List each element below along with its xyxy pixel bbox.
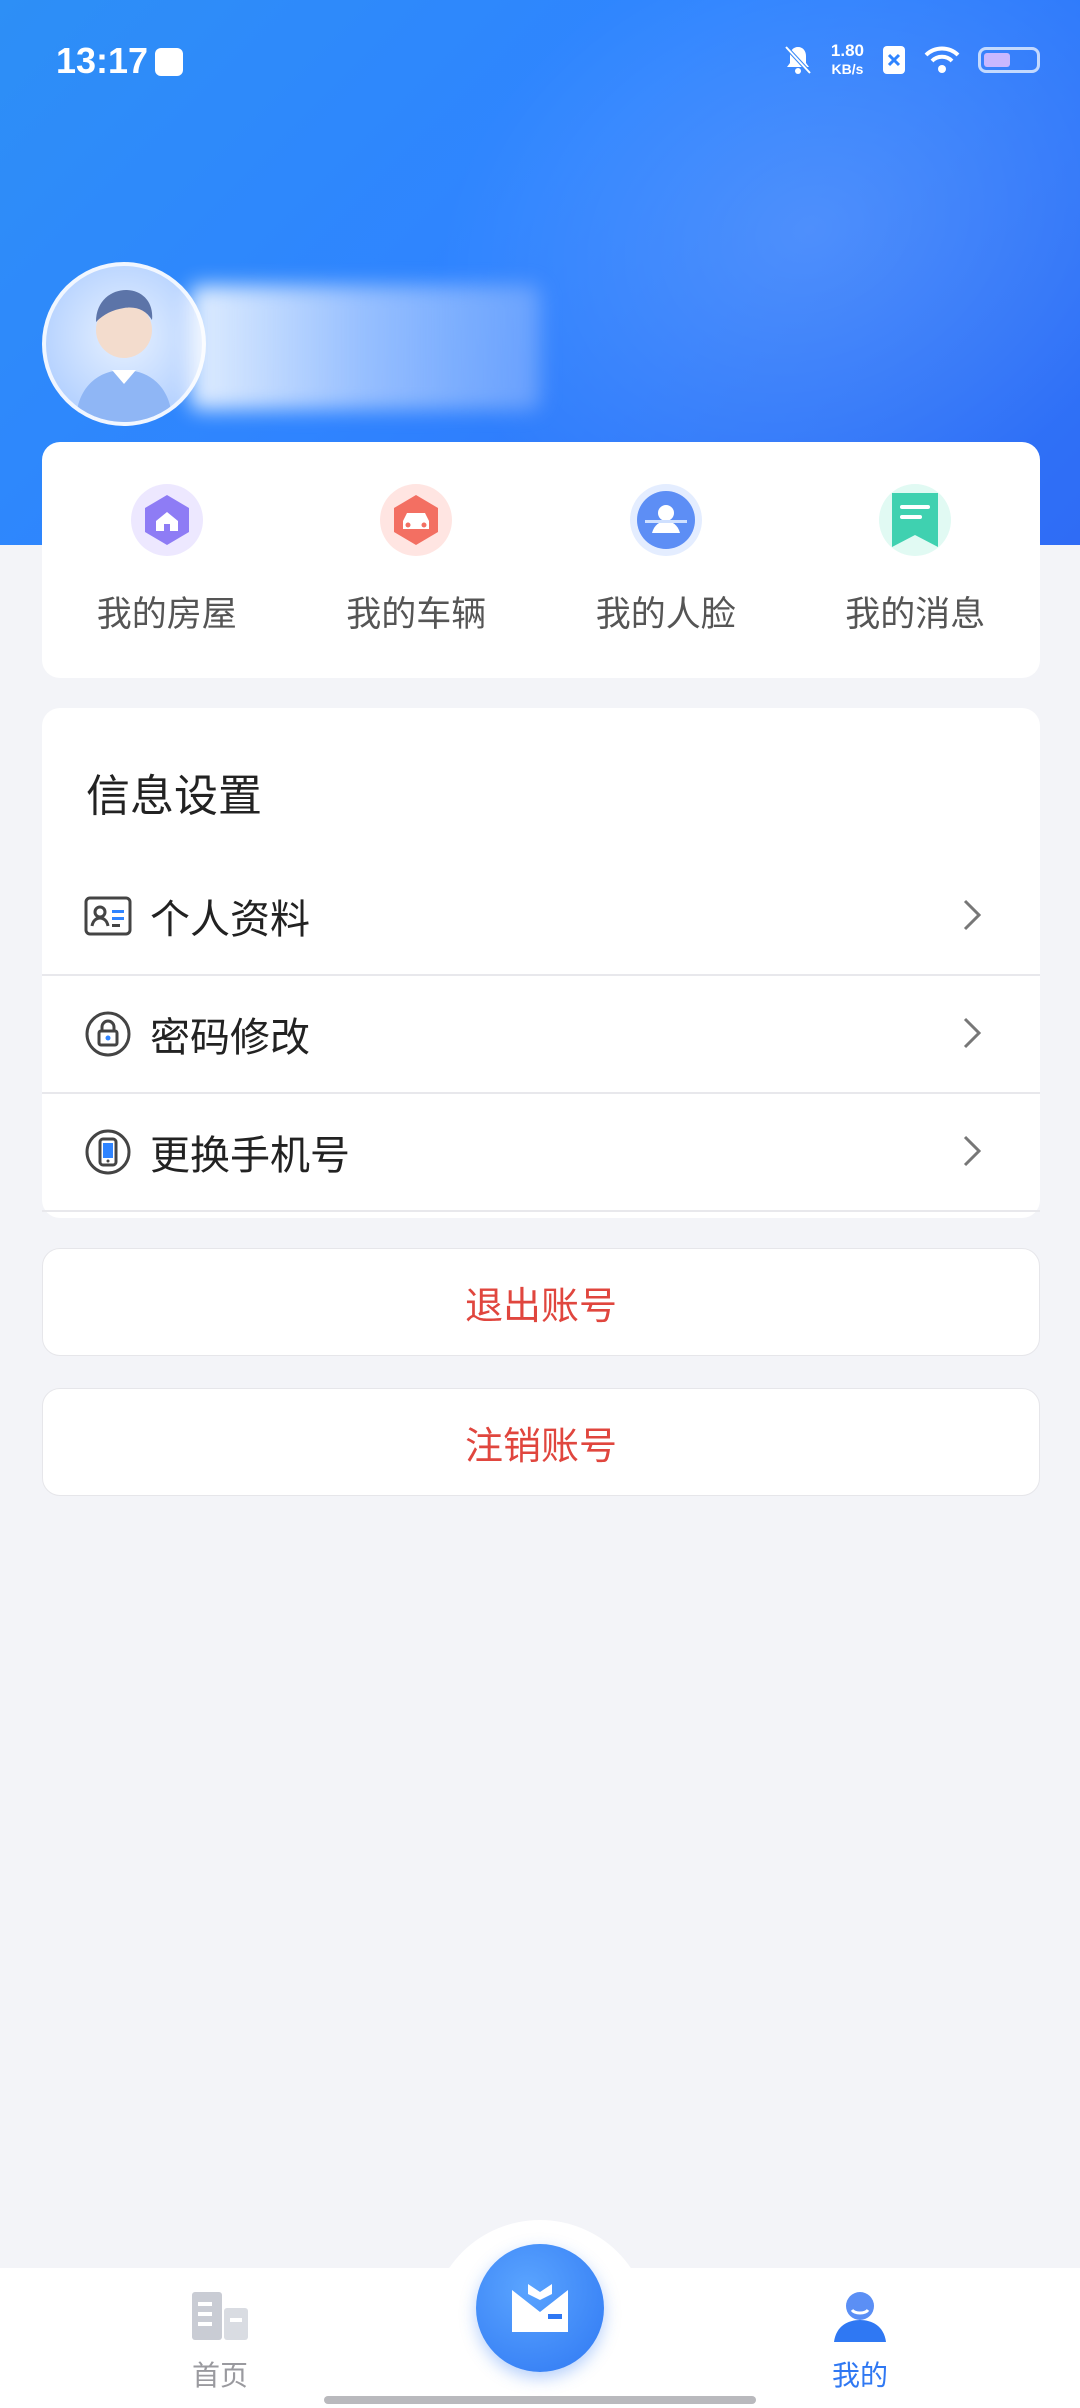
settings-row-phone[interactable]: 更换手机号 — [42, 1094, 1040, 1212]
settings-row-profile[interactable]: 个人资料 — [42, 858, 1040, 976]
nav-home[interactable]: 首页 — [120, 2288, 320, 2394]
logout-button[interactable]: 退出账号 — [42, 1248, 1040, 1356]
network-speed: 1.80 KB/s — [831, 42, 864, 78]
status-time: 13:17 — [56, 40, 149, 81]
id-card-icon — [84, 892, 132, 940]
wifi-icon — [924, 46, 960, 73]
notification-app-icon — [155, 48, 183, 76]
mute-bell-icon — [784, 45, 812, 75]
settings-row-label: 密码修改 — [150, 1015, 310, 1061]
sim-x-icon — [883, 46, 905, 74]
settings-row-password[interactable]: 密码修改 — [42, 976, 1040, 1094]
chevron-right-icon — [963, 1135, 982, 1167]
car-icon — [380, 484, 453, 556]
quick-action-label: 我的人脸 — [595, 595, 736, 635]
quick-actions-card: 我的房屋 我的车辆 我的人脸 我的消息 — [42, 442, 1040, 678]
house-icon — [130, 484, 203, 556]
person-icon — [834, 2292, 886, 2342]
network-speed-value: 1.80 — [830, 41, 864, 60]
face-icon — [629, 484, 702, 556]
battery-icon — [978, 47, 1040, 73]
settings-row-label: 个人资料 — [150, 897, 310, 943]
quick-action-face[interactable]: 我的人脸 — [551, 442, 781, 637]
nav-home-label: 首页 — [191, 2359, 248, 2392]
home-buildings-icon — [192, 2292, 248, 2340]
quick-action-message[interactable]: 我的消息 — [800, 442, 1030, 637]
chevron-right-icon — [963, 1017, 982, 1049]
lock-icon — [84, 1010, 132, 1058]
deactivate-account-button[interactable]: 注销账号 — [42, 1388, 1040, 1496]
status-bar: 13:17 1.80 KB/s — [0, 0, 1080, 125]
network-speed-unit: KB/s — [831, 61, 864, 77]
quick-action-label: 我的房屋 — [96, 595, 237, 635]
nav-mine-label: 我的 — [831, 2359, 888, 2392]
envelope-bow-icon — [512, 2284, 568, 2332]
message-icon — [879, 484, 952, 556]
phone-icon — [84, 1128, 132, 1176]
settings-title: 信息设置 — [86, 771, 262, 822]
quick-action-label: 我的消息 — [845, 595, 986, 635]
nav-mine[interactable]: 我的 — [760, 2288, 960, 2394]
chevron-right-icon — [963, 899, 982, 931]
quick-action-car[interactable]: 我的车辆 — [301, 442, 531, 637]
user-avatar[interactable] — [42, 262, 206, 426]
info-settings-card: 信息设置 个人资料 密码修改 更换手机号 — [42, 708, 1040, 1218]
home-indicator — [324, 2396, 756, 2404]
settings-row-label: 更换手机号 — [150, 1133, 350, 1179]
quick-action-house[interactable]: 我的房屋 — [52, 442, 282, 637]
username-redacted — [190, 285, 540, 410]
avatar-illustration — [76, 290, 172, 422]
quick-action-label: 我的车辆 — [346, 595, 487, 635]
center-action-button[interactable] — [476, 2244, 604, 2372]
